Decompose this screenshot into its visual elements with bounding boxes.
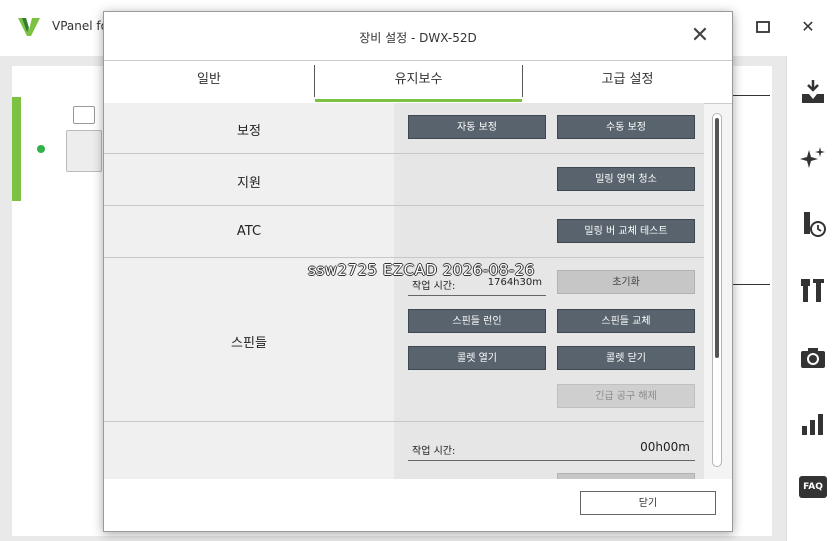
tool-clock-icon[interactable] bbox=[799, 210, 827, 238]
vpanel-logo-icon bbox=[18, 18, 40, 36]
tab-maintenance[interactable]: 유지보수 bbox=[315, 61, 522, 103]
watermark-text: ssw2725 EZCAD 2026-08-26 bbox=[308, 261, 535, 279]
settings-tabs: 일반 유지보수 고급 설정 bbox=[104, 60, 732, 104]
atc-label: ATC bbox=[236, 224, 262, 239]
maximize-button[interactable] bbox=[750, 14, 776, 40]
dialog-footer: 닫기 bbox=[104, 479, 732, 531]
emergency-tool-release-button[interactable]: 긴급 공구 해제 bbox=[557, 384, 695, 408]
spindle-work-time-label: 작업 시간: bbox=[412, 281, 456, 292]
clean-milling-area-button[interactable]: 밀링 영역 청소 bbox=[557, 167, 695, 191]
collet-close-button[interactable]: 콜렛 닫기 bbox=[557, 346, 695, 370]
camera-icon[interactable] bbox=[799, 344, 827, 372]
maintenance-content: 보정 자동 보정 수동 보정 지원 밀링 영역 청소 ATC 밀링 버 교체 테… bbox=[104, 103, 732, 479]
spindle-label: 스핀들 bbox=[231, 336, 267, 351]
wrench-icon[interactable] bbox=[799, 276, 827, 304]
tab-advanced[interactable]: 고급 설정 bbox=[523, 61, 732, 103]
dialog-close-button[interactable]: ✕ bbox=[688, 24, 712, 48]
collet-open-button[interactable]: 콜렛 열기 bbox=[408, 346, 546, 370]
content-scrollbar[interactable] bbox=[712, 113, 722, 467]
next-work-time-value: 00h00m bbox=[640, 440, 690, 454]
spindle-run-in-button[interactable]: 스핀들 런인 bbox=[408, 309, 546, 333]
vpanel-app: VPanel for ✕ FAQ 장비 설정 - DWX-52D ✕ 일반 유지… bbox=[0, 0, 840, 541]
spindle-replace-button[interactable]: 스핀들 교체 bbox=[557, 309, 695, 333]
field-underline bbox=[408, 295, 546, 296]
section-divider bbox=[104, 153, 704, 154]
dialog-close-footer-button[interactable]: 닫기 bbox=[580, 491, 716, 515]
bar-chart-icon[interactable] bbox=[799, 410, 827, 438]
maximize-icon bbox=[756, 21, 770, 33]
tab-general[interactable]: 일반 bbox=[104, 61, 314, 103]
section-label-column bbox=[104, 103, 394, 479]
bg-divider bbox=[730, 95, 770, 96]
active-tab-indicator bbox=[315, 99, 522, 102]
app-close-button[interactable]: ✕ bbox=[795, 14, 821, 40]
selected-device-indicator bbox=[12, 97, 21, 201]
next-work-time-label: 작업 시간: bbox=[412, 446, 456, 457]
section-divider bbox=[104, 205, 704, 206]
faq-icon[interactable]: FAQ bbox=[799, 476, 827, 498]
field-underline bbox=[408, 460, 695, 461]
reset-work-time-button[interactable]: 초기화 bbox=[557, 270, 695, 294]
right-toolbar: FAQ bbox=[786, 56, 840, 541]
close-icon: ✕ bbox=[690, 23, 710, 48]
auto-calibration-button[interactable]: 자동 보정 bbox=[408, 115, 546, 139]
sparkle-icon[interactable] bbox=[799, 144, 827, 172]
close-icon: ✕ bbox=[801, 17, 815, 36]
section-divider bbox=[104, 421, 704, 422]
device-thumbnail[interactable] bbox=[66, 130, 102, 172]
dialog-title: 장비 설정 - DWX-52D bbox=[359, 31, 477, 45]
dialog-header: 장비 설정 - DWX-52D ✕ bbox=[104, 12, 732, 60]
device-status-dot bbox=[37, 145, 45, 153]
bur-change-test-button[interactable]: 밀링 버 교체 테스트 bbox=[557, 219, 695, 243]
bg-divider bbox=[730, 284, 770, 285]
manual-calibration-button[interactable]: 수동 보정 bbox=[557, 115, 695, 139]
section-divider bbox=[104, 257, 704, 258]
milling-icon[interactable] bbox=[799, 78, 827, 106]
edit-device-icon[interactable] bbox=[73, 106, 95, 124]
scrollbar-thumb[interactable] bbox=[715, 118, 719, 358]
calibration-label: 보정 bbox=[237, 124, 261, 139]
support-label: 지원 bbox=[237, 176, 261, 191]
